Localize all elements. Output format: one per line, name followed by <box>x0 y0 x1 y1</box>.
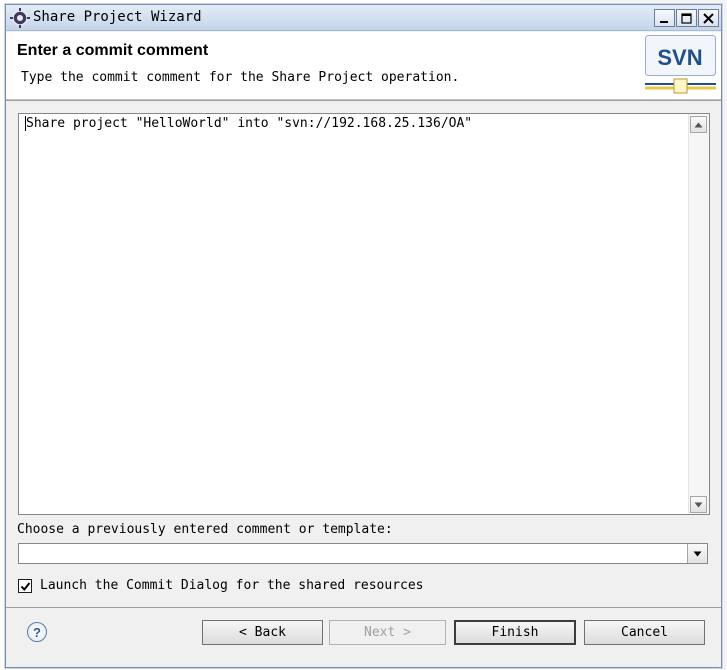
next-button[interactable]: Next > <box>329 620 446 645</box>
page-title: Enter a commit comment <box>17 42 209 59</box>
help-icon: ? <box>33 624 41 640</box>
launch-commit-label[interactable]: Launch the Commit Dialog for the shared … <box>40 578 424 593</box>
scroll-up-button[interactable] <box>690 116 707 133</box>
scroll-down-arrow-icon <box>694 502 703 507</box>
finish-button[interactable]: Finish <box>454 620 576 645</box>
eclipse-app-icon <box>10 8 30 28</box>
text-caret <box>25 116 26 131</box>
minimize-button[interactable] <box>654 9 675 27</box>
window-title: Share Project Wizard <box>33 9 202 25</box>
maximize-icon <box>681 12 692 24</box>
launch-commit-checkbox[interactable] <box>18 579 32 593</box>
template-combo-label: Choose a previously entered comment or t… <box>17 522 393 537</box>
back-button[interactable]: < Back <box>202 620 323 645</box>
cancel-button[interactable]: Cancel <box>584 620 705 645</box>
footer-separator <box>6 607 721 608</box>
commit-comment-textarea[interactable] <box>18 113 710 515</box>
scroll-up-arrow-icon <box>694 122 703 127</box>
chevron-down-icon <box>693 551 702 556</box>
commit-comment-text: Share project "HelloWorld" into "svn://1… <box>26 116 473 131</box>
page-description: Type the commit comment for the Share Pr… <box>21 70 460 85</box>
template-combo-dropdown-button[interactable] <box>687 544 707 563</box>
checkmark-icon <box>20 581 30 591</box>
header-separator <box>6 100 721 101</box>
comment-vertical-scrollbar[interactable] <box>688 114 709 514</box>
maximize-button[interactable] <box>676 9 697 27</box>
close-icon <box>703 12 714 24</box>
close-button[interactable] <box>698 9 719 27</box>
svg-text:SVN: SVN <box>657 45 702 70</box>
svn-logo-icon: SVN <box>645 35 716 94</box>
template-combo[interactable] <box>18 543 708 564</box>
help-button[interactable]: ? <box>27 622 47 642</box>
scroll-down-button[interactable] <box>690 496 707 513</box>
minimize-icon <box>660 20 668 23</box>
